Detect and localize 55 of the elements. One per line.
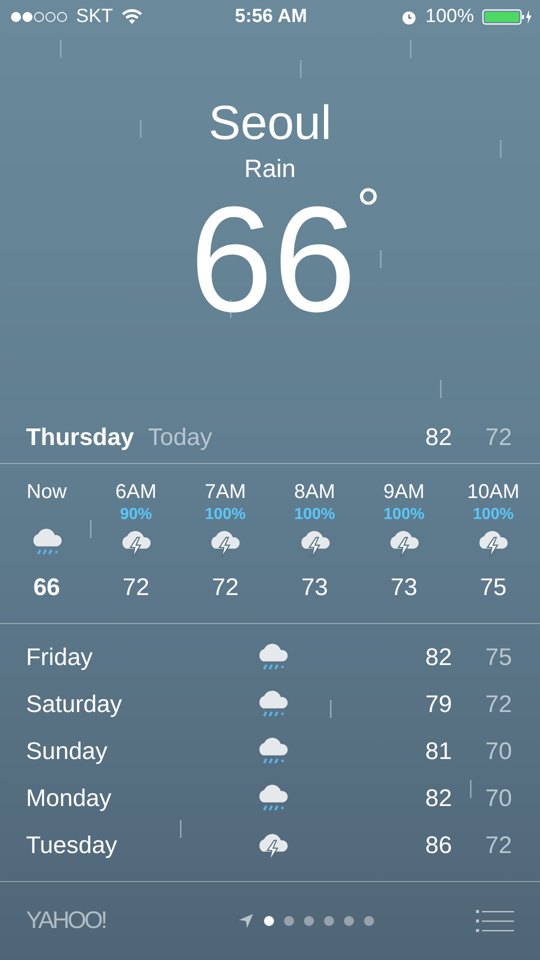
high-temperature: 86: [424, 832, 452, 860]
low-temperature: 72: [484, 424, 512, 452]
low-temperature: 75: [484, 644, 512, 672]
hour-label: Now: [26, 480, 67, 504]
signal-icon: [10, 11, 68, 23]
battery-icon: [482, 8, 532, 26]
day-name: Monday: [26, 784, 112, 812]
precipitation-chance: 90%: [120, 506, 152, 523]
day-name: Friday: [26, 644, 94, 672]
list-icon[interactable]: [476, 909, 514, 933]
page-dot[interactable]: [284, 916, 294, 926]
day-name: Tuesday: [26, 832, 118, 860]
alarm-clock-icon: [401, 9, 418, 25]
today-label: Today: [148, 424, 214, 452]
hour-temperature: 75: [480, 574, 507, 602]
high-temperature: 82: [424, 644, 452, 672]
low-temperature: 72: [484, 690, 512, 718]
carrier-name: SKT: [76, 6, 113, 28]
clock-time: 5:56 AM: [234, 6, 308, 28]
hour-label: 6AM: [115, 480, 157, 504]
hour-label: 8AM: [294, 480, 336, 504]
page-dot[interactable]: [344, 916, 354, 926]
location-arrow-icon[interactable]: [238, 913, 254, 929]
page-dot[interactable]: [324, 916, 334, 926]
precipitation-chance: 100%: [204, 506, 246, 523]
battery-percentage: 100%: [425, 6, 474, 28]
precipitation-chance: 100%: [384, 506, 424, 523]
page-dot[interactable]: [364, 916, 374, 926]
hour-temperature: 73: [301, 574, 328, 602]
low-temperature: 72: [484, 832, 512, 860]
hour-label: 7AM: [204, 480, 246, 504]
hour-temperature: 73: [390, 574, 418, 602]
precipitation-chance: 100%: [294, 506, 336, 523]
hour-temperature: 66: [33, 574, 60, 602]
low-temperature: 70: [484, 784, 512, 812]
degree-symbol: °: [356, 180, 380, 240]
yahoo-logo[interactable]: YAHOO!: [26, 907, 136, 935]
day-name: Saturday: [26, 690, 124, 718]
high-temperature: 82: [424, 424, 452, 452]
precipitation-chance: 100%: [472, 506, 514, 523]
low-temperature: 70: [484, 738, 512, 766]
hour-temperature: 72: [212, 574, 239, 602]
hour-label: 10AM: [467, 480, 520, 504]
hour-temperature: 72: [122, 574, 150, 602]
day-name: Sunday: [26, 738, 108, 766]
high-temperature: 82: [424, 784, 452, 812]
hour-label: 9AM: [383, 480, 425, 504]
high-temperature: 79: [424, 690, 452, 718]
page-dot[interactable]: [304, 916, 314, 926]
current-temperature: 66: [190, 184, 356, 334]
weather-condition: Rain: [244, 154, 296, 184]
day-name: Thursday: [26, 424, 134, 452]
wifi-icon: [120, 9, 143, 25]
city-name: Seoul: [208, 96, 332, 152]
high-temperature: 81: [424, 738, 452, 766]
